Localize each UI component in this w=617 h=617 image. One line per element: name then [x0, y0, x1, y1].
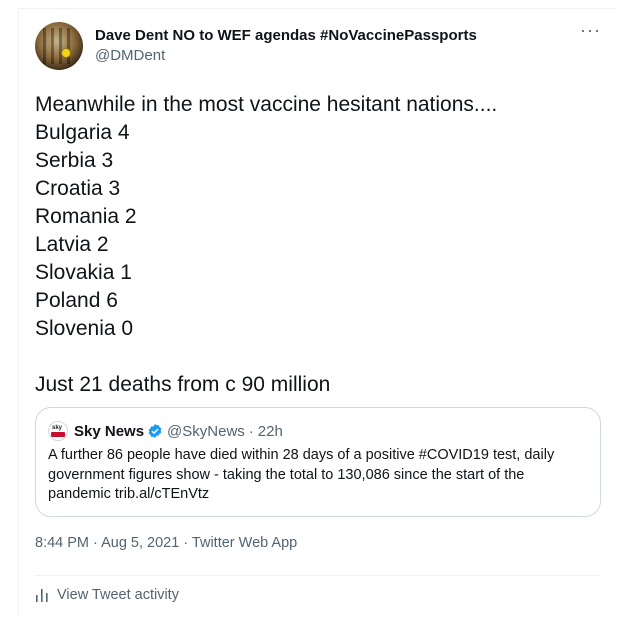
divider: [35, 575, 601, 576]
quoted-tweet-header: sky Sky News @SkyNews · 22h: [48, 421, 283, 441]
verified-badge-icon: [148, 424, 162, 438]
author-block[interactable]: Dave Dent NO to WEF agendas #NoVaccinePa…: [95, 27, 477, 64]
quoted-author-handle[interactable]: @SkyNews: [167, 423, 245, 440]
tweet-timestamp[interactable]: 8:44 PM · Aug 5, 2021 · Twitter Web App: [35, 535, 297, 551]
view-tweet-activity-label: View Tweet activity: [57, 587, 179, 603]
separator-dot: ·: [248, 422, 254, 440]
quoted-author-name[interactable]: Sky News: [74, 423, 144, 440]
author-display-name[interactable]: Dave Dent NO to WEF agendas #NoVaccinePa…: [95, 27, 477, 44]
smiley-badge-icon: [61, 48, 71, 58]
view-tweet-activity-link[interactable]: View Tweet activity: [35, 587, 179, 603]
quoted-tweet[interactable]: sky Sky News @SkyNews · 22h A further 86…: [35, 407, 601, 517]
bar-chart-icon: [36, 589, 48, 602]
quoted-time[interactable]: 22h: [258, 423, 283, 440]
more-icon[interactable]: ···: [580, 21, 601, 39]
tweet-card: Dave Dent NO to WEF agendas #NoVaccinePa…: [18, 8, 617, 617]
quoted-tweet-text: A further 86 people have died within 28 …: [48, 447, 555, 502]
avatar-image: [43, 28, 75, 64]
author-handle[interactable]: @DMDent: [95, 47, 477, 64]
sky-news-avatar[interactable]: sky: [48, 421, 68, 441]
sky-logo-icon: sky: [52, 425, 63, 431]
news-stripe-icon: [51, 432, 65, 437]
tweet-text: Meanwhile in the most vaccine hesitant n…: [35, 93, 498, 396]
avatar[interactable]: [35, 22, 83, 70]
